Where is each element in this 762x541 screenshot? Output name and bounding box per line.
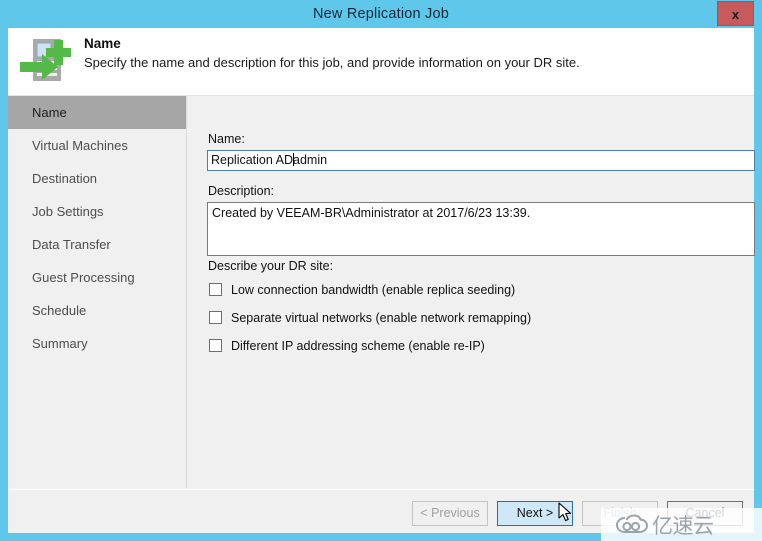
- description-textarea[interactable]: Created by VEEAM-BR\Administrator at 201…: [207, 202, 755, 256]
- checkbox-label: Separate virtual networks (enable networ…: [231, 311, 532, 325]
- title-bar: New Replication Job x: [0, 0, 762, 28]
- sidebar-item-data-transfer[interactable]: Data Transfer: [8, 228, 186, 261]
- wizard-step-title: Name: [84, 36, 121, 51]
- wizard-header: Name Specify the name and description fo…: [8, 28, 754, 96]
- cloud-infinity-icon: [615, 513, 649, 533]
- sidebar-item-guest-processing[interactable]: Guest Processing: [8, 261, 186, 294]
- sidebar-item-schedule[interactable]: Schedule: [8, 294, 186, 327]
- describe-dr-site-label: Describe your DR site:: [208, 259, 334, 273]
- checkbox-label: Different IP addressing scheme (enable r…: [231, 339, 485, 353]
- sidebar-item-destination[interactable]: Destination: [8, 162, 186, 195]
- checkbox-icon[interactable]: [209, 339, 222, 352]
- name-input[interactable]: Replication ADadmin: [207, 150, 755, 171]
- previous-button[interactable]: < Previous: [412, 501, 488, 526]
- sidebar-item-virtual-machines[interactable]: Virtual Machines: [8, 129, 186, 162]
- watermark: 亿速云: [601, 508, 762, 541]
- name-input-text-before-caret: Replication AD: [211, 153, 293, 167]
- name-field-label: Name:: [208, 132, 245, 146]
- wizard-content-pane: Name: Replication ADadmin Description: C…: [188, 96, 755, 488]
- application-window: New Replication Job x Name Specify the n…: [0, 0, 762, 541]
- checkbox-label: Low connection bandwidth (enable replica…: [231, 283, 516, 297]
- replication-job-icon: [20, 39, 71, 81]
- sidebar-item-name[interactable]: Name: [8, 96, 186, 129]
- next-button[interactable]: Next >: [497, 501, 573, 526]
- sidebar-item-job-settings[interactable]: Job Settings: [8, 195, 186, 228]
- watermark-text: 亿速云: [652, 513, 714, 538]
- checkbox-icon[interactable]: [209, 283, 222, 296]
- checkbox-icon[interactable]: [209, 311, 222, 324]
- sidebar-item-summary[interactable]: Summary: [8, 327, 186, 360]
- dialog-frame: Name Specify the name and description fo…: [8, 28, 755, 533]
- wizard-step-subtitle: Specify the name and description for thi…: [84, 55, 580, 70]
- close-icon[interactable]: x: [717, 1, 754, 26]
- wizard-step-list: Name Virtual Machines Destination Job Se…: [8, 96, 187, 488]
- window-title: New Replication Job: [313, 6, 449, 22]
- name-input-text-after-caret: admin: [293, 153, 328, 167]
- description-field-label: Description:: [208, 184, 274, 198]
